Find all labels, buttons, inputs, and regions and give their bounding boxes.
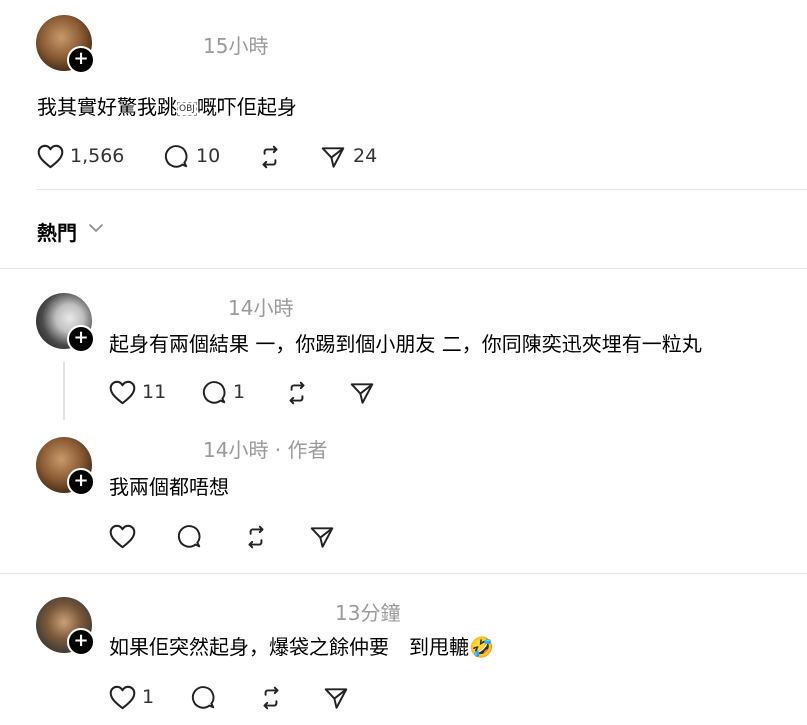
like-button[interactable] [37, 144, 64, 169]
reply-text-body: 如果佢突然起身，爆袋之餘仲要 到甩轆 [109, 635, 469, 659]
follow-plus-icon[interactable]: + [67, 628, 95, 656]
post-text: 我其實好驚我跳 OBJ 嘅吓佢起身 [37, 91, 297, 120]
like-button[interactable] [109, 380, 136, 405]
repost-button[interactable] [257, 144, 283, 170]
repost-button[interactable] [284, 380, 310, 406]
repost-button[interactable] [243, 524, 269, 550]
reply-text: 如果佢突然起身，爆袋之餘仲要 到甩轆🤣 [109, 631, 494, 660]
comment-button[interactable] [177, 524, 203, 550]
repost-icon [262, 145, 278, 169]
post-text-part-1: 我其實好驚我跳 [37, 95, 177, 119]
comment-icon [191, 686, 215, 709]
repost-icon [248, 525, 264, 549]
share-button[interactable] [323, 685, 349, 711]
chevron-down-icon[interactable] [88, 222, 104, 234]
follow-plus-icon[interactable]: + [67, 468, 95, 496]
sort-dropdown[interactable]: 熱門 [37, 217, 77, 246]
send-icon [310, 527, 334, 548]
heart-icon [109, 524, 136, 549]
reply-timestamp: 13分鐘 [335, 601, 401, 625]
share-button[interactable] [320, 144, 346, 170]
reply-timestamp: 14小時 · 作者 [203, 438, 328, 462]
like-count: 1 [142, 686, 155, 708]
like-button[interactable] [109, 524, 136, 549]
comment-icon [164, 145, 188, 168]
object-placeholder-glyph: OBJ [177, 101, 197, 116]
comment-icon [202, 381, 226, 404]
repost-icon [263, 686, 279, 710]
post-timestamp: 15小時 [203, 34, 269, 58]
post-text-part-2: 嘅吓佢起身 [196, 95, 297, 119]
sort-label: 熱門 [37, 221, 77, 245]
like-button[interactable] [109, 685, 136, 710]
heart-icon [37, 144, 64, 169]
share-button[interactable] [349, 380, 375, 406]
heart-icon [109, 380, 136, 405]
reply-timestamp: 14小時 [228, 296, 294, 320]
comment-count: 10 [196, 145, 221, 167]
follow-plus-icon[interactable]: + [67, 325, 95, 353]
share-count: 24 [353, 145, 378, 167]
heart-icon [109, 685, 136, 710]
divider [36, 189, 807, 190]
send-icon [321, 147, 345, 168]
share-button[interactable] [309, 524, 335, 550]
follow-plus-icon[interactable]: + [67, 46, 95, 74]
like-count: 11 [142, 381, 167, 403]
repost-button[interactable] [258, 685, 284, 711]
comment-icon [177, 525, 201, 548]
like-count: 1,566 [70, 145, 125, 167]
repost-icon [289, 381, 305, 405]
divider [0, 573, 807, 574]
comment-button[interactable] [191, 685, 217, 711]
reply-text: 我兩個都唔想 [109, 475, 229, 499]
send-icon [324, 688, 348, 709]
comment-button[interactable] [164, 144, 190, 170]
rofl-emoji: 🤣 [469, 635, 494, 659]
divider [0, 268, 807, 269]
send-icon [350, 383, 374, 404]
reply-text: 起身有兩個結果 一，你踢到個小朋友 二，你同陳奕迅夾埋有一粒丸 [109, 332, 702, 356]
comment-button[interactable] [202, 380, 228, 406]
thread-line [63, 362, 65, 420]
comment-count: 1 [233, 381, 246, 403]
